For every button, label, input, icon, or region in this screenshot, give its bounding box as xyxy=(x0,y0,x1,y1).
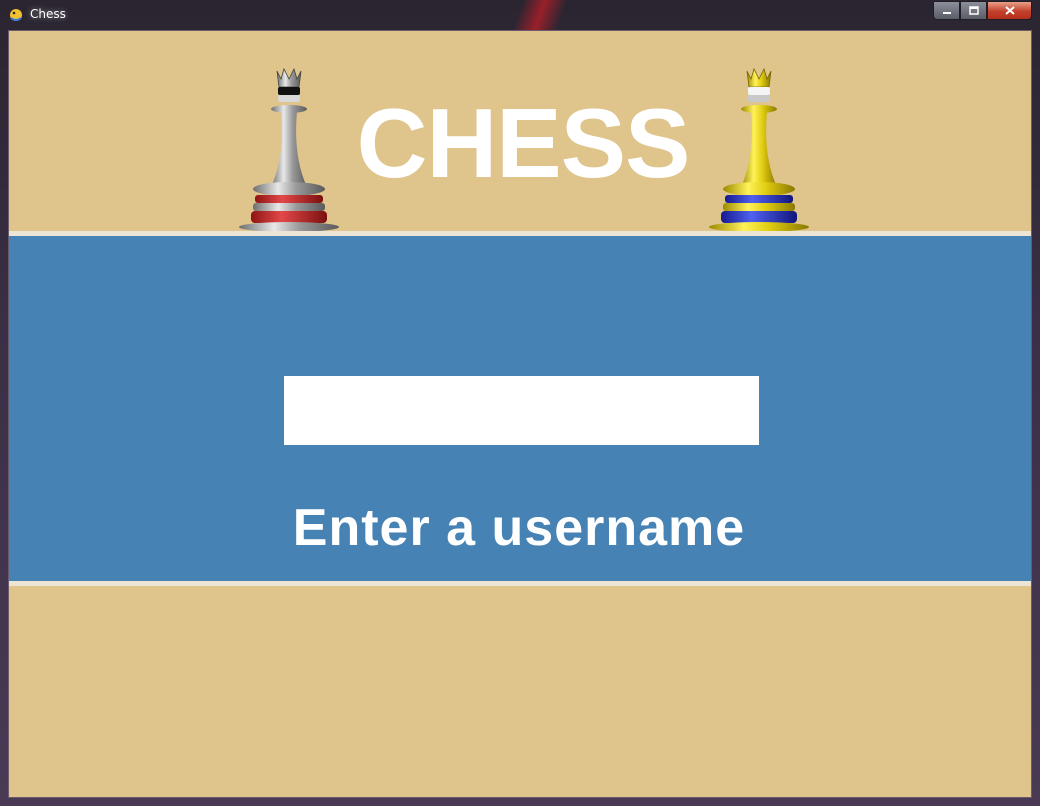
window-frame: Chess CHESS Enter a username xyxy=(0,0,1040,806)
footer-area xyxy=(9,586,1031,797)
window-title: Chess xyxy=(30,7,66,21)
minimize-button[interactable] xyxy=(933,1,960,20)
maximize-button[interactable] xyxy=(960,1,987,20)
white-queen-icon xyxy=(709,67,809,232)
minimize-icon xyxy=(942,11,951,14)
close-icon xyxy=(1004,6,1015,15)
title-bar[interactable]: Chess xyxy=(0,0,1040,29)
black-queen-icon xyxy=(239,67,339,232)
close-button[interactable] xyxy=(987,1,1032,20)
caption-buttons xyxy=(933,1,1032,20)
username-input[interactable] xyxy=(284,376,759,445)
header-area: CHESS xyxy=(9,31,1031,232)
username-prompt: Enter a username xyxy=(292,499,746,557)
game-canvas: CHESS Enter a username xyxy=(8,30,1032,798)
maximize-icon xyxy=(968,6,979,15)
pygame-snake-icon xyxy=(10,9,22,21)
game-title: CHESS xyxy=(356,88,691,198)
